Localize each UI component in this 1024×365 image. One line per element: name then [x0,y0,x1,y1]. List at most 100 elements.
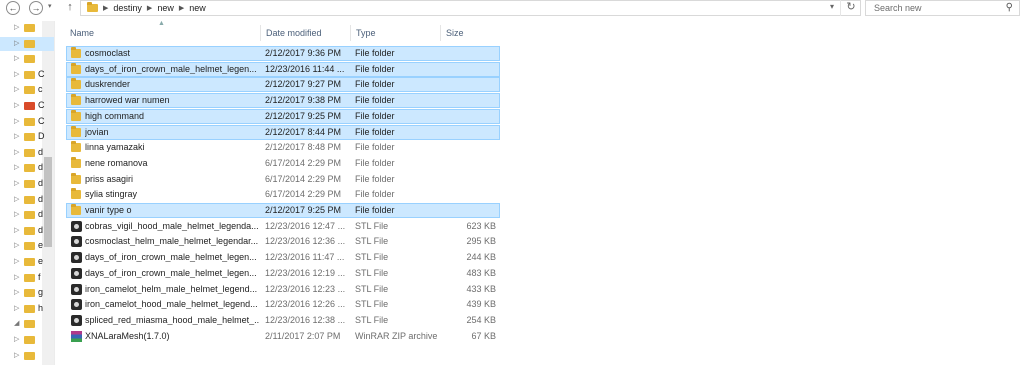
file-name: days_of_iron_crown_male_helmet_legen... [85,267,257,278]
breadcrumb-item[interactable]: new [157,3,174,13]
column-header-date-modified[interactable]: Date modified [266,25,322,41]
file-row[interactable]: cosmoclast_helm_male_helmet_legendar... 1… [66,234,500,249]
nav-tree-item[interactable]: ▷ f [0,271,54,285]
up-arrow-icon[interactable]: ↑ [64,0,76,16]
search-input[interactable]: Search new ⚲ [865,0,1020,16]
column-header-size[interactable]: Size [446,25,464,41]
nav-tree-item-label: d [38,209,44,220]
breadcrumb-separator-icon[interactable]: ▶ [103,4,108,12]
expand-arrow-icon[interactable]: ▷ [14,304,19,312]
file-type: STL File [355,236,389,247]
file-row[interactable]: days_of_iron_crown_male_helmet_legen... 1… [66,266,500,281]
nav-tree-item[interactable]: ▷ C [0,115,54,129]
nav-tree-item[interactable]: ▷ C [0,68,54,82]
nav-tree-item[interactable]: ▷ [0,52,54,66]
refresh-icon[interactable]: ↻ [840,0,861,16]
nav-tree-item[interactable]: ▷ d [0,193,54,207]
nav-tree-item[interactable]: ▷ e [0,239,54,253]
folder-icon [24,320,35,329]
breadcrumb-separator-icon[interactable]: ▶ [147,4,152,12]
breadcrumb-separator-icon[interactable]: ▶ [179,4,184,12]
file-row[interactable]: linna yamazaki 2/12/2017 8:48 PM File fold… [66,140,500,155]
expand-arrow-icon[interactable]: ▷ [14,257,19,265]
breadcrumb-item[interactable]: destiny [113,3,142,13]
file-row[interactable]: days_of_iron_crown_male_helmet_legen... 1… [66,250,500,265]
file-date-modified: 6/17/2014 2:29 PM [265,173,342,184]
expand-arrow-icon[interactable]: ◢ [14,319,19,327]
nav-tree-item[interactable]: ◢ [0,317,54,331]
file-row[interactable]: iron_camelot_hood_male_helmet_legend... 1… [66,297,500,312]
column-divider[interactable] [350,25,351,41]
file-row[interactable]: iron_camelot_helm_male_helmet_legend... 1… [66,282,500,297]
expand-arrow-icon[interactable]: ▷ [14,195,19,203]
file-type: File folder [355,126,395,137]
expand-arrow-icon[interactable]: ▷ [14,335,19,343]
file-name: harrowed war numen [85,95,170,106]
sort-ascending-icon: ▲ [158,20,165,27]
nav-tree-item[interactable]: ▷ [0,36,54,51]
nav-tree-item[interactable]: ▷ D [0,130,54,144]
file-row[interactable]: jovian 2/12/2017 8:44 PM File folder [66,124,500,140]
file-row[interactable]: vanir type o 2/12/2017 9:25 PM File folder [66,203,500,218]
back-arrow-icon[interactable]: ← [6,1,20,15]
expand-arrow-icon[interactable]: ▷ [14,54,19,62]
column-divider[interactable] [440,25,441,41]
file-row[interactable]: spliced_red_miasma_hood_male_helmet_... 1… [66,313,500,328]
expand-arrow-icon[interactable]: ▷ [14,163,19,171]
nav-tree-item[interactable]: ▷ e [0,255,54,269]
expand-arrow-icon[interactable]: ▷ [14,288,19,296]
expand-arrow-icon[interactable]: ▷ [14,148,19,156]
file-row[interactable]: duskrender 2/12/2017 9:27 PM File folder [66,77,500,93]
column-header-type[interactable]: Type [356,25,376,41]
expand-arrow-icon[interactable]: ▷ [14,226,19,234]
nav-tree-item[interactable]: ▷ d [0,208,54,222]
file-row[interactable]: nene romanova 6/17/2014 2:29 PM File folde… [66,156,500,171]
breadcrumb-item[interactable]: new [189,3,206,13]
address-dropdown-icon[interactable]: ▾ [830,2,834,11]
column-divider[interactable] [260,25,261,41]
expand-arrow-icon[interactable]: ▷ [14,85,19,93]
expand-arrow-icon[interactable]: ▷ [14,210,19,218]
expand-arrow-icon[interactable]: ▷ [14,70,19,78]
expand-arrow-icon[interactable]: ▷ [14,273,19,281]
folder-icon [24,351,35,360]
file-row[interactable]: sylia stingray 6/17/2014 2:29 PM File fold… [66,187,500,202]
nav-tree-item-label: c [38,84,43,95]
nav-tree-item[interactable]: ▷ g [0,286,54,300]
file-row[interactable]: harrowed war numen 2/12/2017 9:38 PM File … [66,93,500,109]
address-bar[interactable]: ▶ destiny ▶ new ▶ new ▾ [80,0,861,16]
expand-arrow-icon[interactable]: ▷ [14,351,19,359]
nav-tree-item[interactable]: ▷ c [0,83,54,97]
file-row[interactable]: priss asagiri 6/17/2014 2:29 PM File folde… [66,172,500,187]
expand-arrow-icon[interactable]: ▷ [14,132,19,140]
nav-tree-item[interactable]: ▷ d [0,146,54,160]
nav-tree-item[interactable]: ▷ [0,333,54,347]
expand-arrow-icon[interactable]: ▷ [14,179,19,187]
file-row[interactable]: days_of_iron_crown_male_helmet_legen... 1… [66,61,500,77]
search-icon[interactable]: ⚲ [1006,1,1013,15]
expand-arrow-icon[interactable]: ▷ [14,241,19,249]
nav-tree-item[interactable]: ▷ d [0,224,54,238]
file-row[interactable]: cosmoclast 2/12/2017 9:36 PM File folder [66,46,500,61]
expand-arrow-icon[interactable]: ▷ [14,117,19,125]
file-row[interactable]: XNALaraMesh(1.7.0) 2/11/2017 2:07 PM WinRA… [66,329,500,344]
file-type: STL File [355,220,389,231]
nav-tree-item[interactable]: ▷ d [0,177,54,191]
nav-tree-item[interactable]: ▷ [0,21,54,35]
file-type: STL File [355,267,389,278]
expand-arrow-icon[interactable]: ▷ [14,39,19,47]
column-header-name[interactable]: Name [70,25,94,41]
nav-tree-item-label: C [38,68,45,79]
file-row[interactable]: high command 2/12/2017 9:25 PM File folder [66,108,500,124]
nav-tree-item[interactable]: ▷ d [0,161,54,175]
recent-locations-chevron-icon[interactable]: ▾ [48,2,52,10]
file-name: days_of_iron_crown_male_helmet_legen... [85,63,257,74]
forward-arrow-icon[interactable]: → [29,1,43,15]
file-name: duskrender [85,79,131,90]
nav-tree-item[interactable]: ▷ C [0,99,54,113]
file-row[interactable]: cobras_vigil_hood_male_helmet_legenda...… [66,219,500,234]
expand-arrow-icon[interactable]: ▷ [14,23,19,31]
nav-tree-item[interactable]: ▷ [0,349,54,363]
nav-tree-item[interactable]: ▷ h [0,302,54,316]
expand-arrow-icon[interactable]: ▷ [14,101,19,109]
